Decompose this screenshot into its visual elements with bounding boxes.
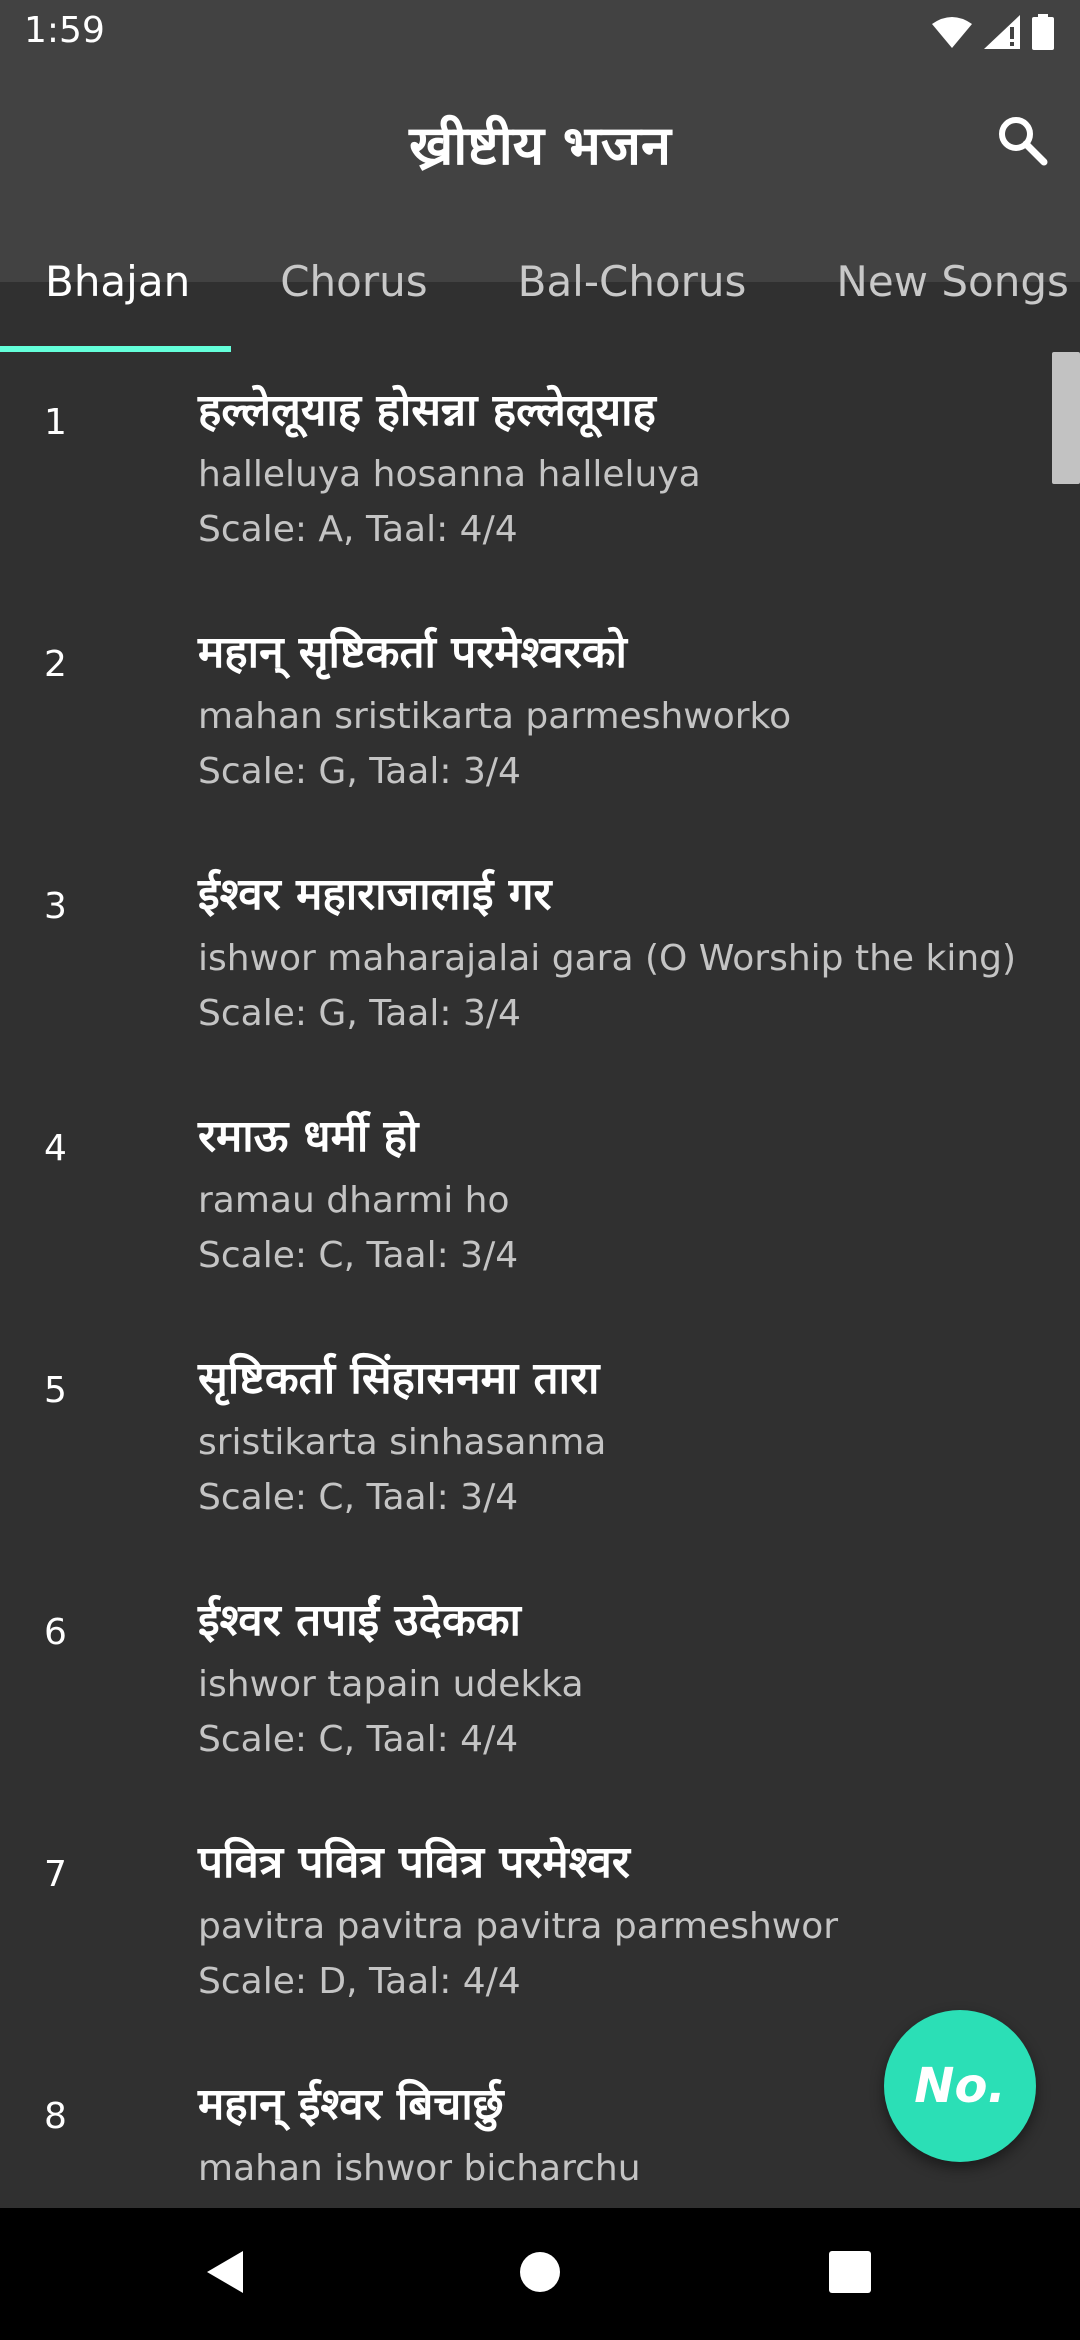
song-transliteration: ishwor maharajalai gara (O Worship the k… — [198, 938, 1017, 979]
song-transliteration: pavitra pavitra pavitra parmeshwor — [198, 1906, 839, 1947]
tab-bar: Bhajan Chorus Bal-Chorus New Songs — [0, 210, 1080, 352]
search-button[interactable] — [990, 110, 1054, 174]
song-title: पवित्र पवित्र पवित्र परमेश्वर — [198, 1837, 630, 1888]
status-bar: 1:59 — [0, 0, 1080, 68]
song-meta: Scale: G, Taal: 3/4 — [198, 993, 521, 1034]
song-title: महान् ईश्वर बिचार्छु — [198, 2079, 504, 2130]
song-meta: Scale: C, Taal: 3/4 — [198, 1235, 519, 1276]
song-title: महान् सृष्टिकर्ता परमेश्वरको — [198, 627, 627, 678]
song-transliteration: ramau dharmi ho — [198, 1180, 510, 1221]
list-item[interactable]: 6 ईश्वर तपाईं उदेकका ishwor tapain udekk… — [0, 1562, 1080, 1804]
list-item[interactable]: 2 महान् सृष्टिकर्ता परमेश्वरको mahan sri… — [0, 594, 1080, 836]
song-title: रमाऊ धर्मी हो — [198, 1111, 419, 1162]
battery-icon — [1032, 14, 1054, 54]
recents-icon — [828, 2250, 872, 2298]
song-number-button[interactable]: No. — [884, 2010, 1036, 2162]
song-number: 3 — [44, 886, 67, 927]
song-transliteration: halleluya hosanna halleluya — [198, 454, 701, 495]
song-number: 6 — [44, 1612, 67, 1653]
song-number: 5 — [44, 1370, 67, 1411]
song-title: ईश्वर महाराजालाई गर — [198, 869, 552, 920]
song-list[interactable]: 1 हल्लेलूयाह होसन्ना हल्लेलूयाह halleluy… — [0, 352, 1080, 2208]
song-transliteration: ishwor tapain udekka — [198, 1664, 584, 1705]
song-title: ईश्वर तपाईं उदेकका — [198, 1595, 521, 1646]
page-title: ख्रीष्टीय भजन — [409, 114, 671, 177]
list-item[interactable]: 5 सृष्टिकर्ता सिंहासनमा तारा sristikarta… — [0, 1320, 1080, 1562]
song-meta: Scale: C, Taal: 4/4 — [198, 1719, 519, 1760]
song-number: 1 — [44, 402, 67, 443]
tab-bal-chorus[interactable]: Bal-Chorus — [473, 210, 792, 352]
status-icons — [932, 14, 1054, 54]
song-meta: Scale: G, Taal: 3/4 — [198, 751, 521, 792]
wifi-icon — [932, 16, 972, 52]
list-item[interactable]: 4 रमाऊ धर्मी हो ramau dharmi ho Scale: C… — [0, 1078, 1080, 1320]
tab-chorus[interactable]: Chorus — [235, 210, 472, 352]
scrollbar-thumb[interactable] — [1052, 352, 1080, 484]
song-transliteration: mahan sristikarta parmeshworko — [198, 696, 792, 737]
navigation-bar — [0, 2208, 1080, 2340]
signal-icon — [984, 15, 1020, 53]
song-number: 2 — [44, 644, 67, 685]
list-item[interactable]: 1 हल्लेलूयाह होसन्ना हल्लेलूयाह halleluy… — [0, 352, 1080, 594]
tab-bhajan[interactable]: Bhajan — [0, 210, 235, 352]
search-icon — [996, 114, 1048, 170]
back-button[interactable] — [186, 2234, 266, 2314]
song-meta: Scale: C, Taal: 3/4 — [198, 1477, 519, 1518]
home-button[interactable] — [500, 2234, 580, 2314]
song-meta: Scale: D, Taal: 4/4 — [198, 1961, 521, 2002]
song-title: हल्लेलूयाह होसन्ना हल्लेलूयाह — [198, 385, 656, 436]
list-item[interactable]: 7 पवित्र पवित्र पवित्र परमेश्वर pavitra … — [0, 1804, 1080, 2046]
song-transliteration: mahan ishwor bicharchu — [198, 2148, 641, 2189]
song-transliteration: sristikarta sinhasanma — [198, 1422, 607, 1463]
song-number: 4 — [44, 1128, 67, 1169]
song-number: 7 — [44, 1854, 67, 1895]
song-number: 8 — [44, 2096, 67, 2137]
song-title: सृष्टिकर्ता सिंहासनमा तारा — [198, 1353, 600, 1404]
tab-new-songs[interactable]: New Songs — [791, 210, 1080, 352]
list-item[interactable]: 3 ईश्वर महाराजालाई गर ishwor maharajalai… — [0, 836, 1080, 1078]
song-meta: Scale: A, Taal: 4/4 — [198, 509, 518, 550]
status-time: 1:59 — [24, 10, 105, 51]
home-icon — [519, 2251, 561, 2297]
recents-button[interactable] — [810, 2234, 890, 2314]
back-icon — [203, 2249, 249, 2299]
